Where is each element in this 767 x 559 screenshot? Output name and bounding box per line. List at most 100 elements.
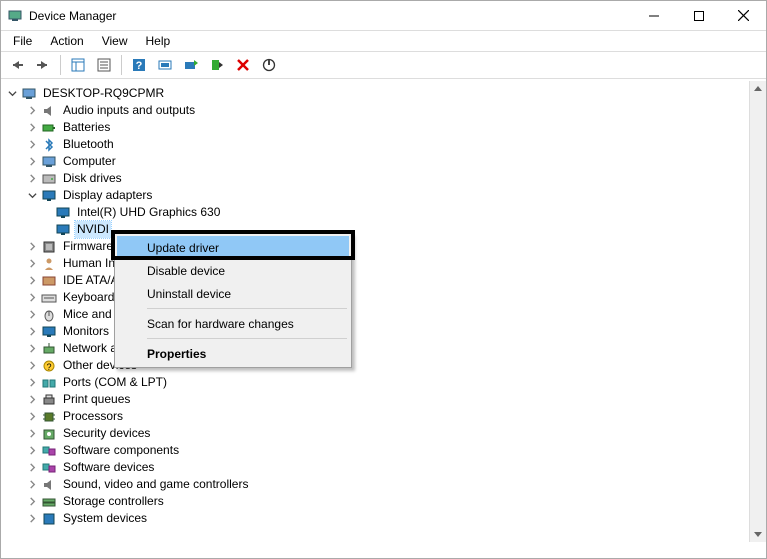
help-button[interactable]: ? <box>127 53 151 77</box>
category-icon <box>41 273 57 289</box>
menu-action[interactable]: Action <box>42 32 91 50</box>
category-label: Software components <box>61 442 181 459</box>
chevron-right-icon[interactable] <box>25 410 39 424</box>
chevron-right-icon[interactable] <box>25 274 39 288</box>
uninstall-device-button[interactable] <box>231 53 255 77</box>
chevron-down-icon[interactable] <box>5 87 19 101</box>
enable-device-button[interactable] <box>205 53 229 77</box>
back-button[interactable] <box>5 53 29 77</box>
toolbar: ? <box>1 51 766 79</box>
toolbar-separator <box>121 55 122 75</box>
chevron-right-icon[interactable] <box>25 172 39 186</box>
chevron-right-icon[interactable] <box>25 444 39 458</box>
tree-category[interactable]: Sound, video and game controllers <box>1 476 766 493</box>
chevron-right-icon[interactable] <box>25 376 39 390</box>
chevron-right-icon[interactable] <box>25 240 39 254</box>
tree-category[interactable]: Storage controllers <box>1 493 766 510</box>
svg-text:?: ? <box>136 60 143 72</box>
ctx-disable-device-label: Disable device <box>147 264 225 278</box>
tree-category[interactable]: Disk drives <box>1 170 766 187</box>
disable-device-button[interactable] <box>257 53 281 77</box>
chevron-right-icon[interactable] <box>25 325 39 339</box>
tree-category[interactable]: Print queues <box>1 391 766 408</box>
category-label: Security devices <box>61 425 152 442</box>
menu-view[interactable]: View <box>94 32 136 50</box>
category-icon <box>41 120 57 136</box>
tree-category[interactable]: Bluetooth <box>1 136 766 153</box>
forward-button[interactable] <box>31 53 55 77</box>
tree-category[interactable]: Security devices <box>1 425 766 442</box>
category-label: Display adapters <box>61 187 154 204</box>
computer-icon <box>21 86 37 102</box>
tree-category[interactable]: Display adapters <box>1 187 766 204</box>
category-label: Computer <box>61 153 118 170</box>
category-icon <box>41 324 57 340</box>
update-driver-button[interactable] <box>179 53 203 77</box>
properties-button[interactable] <box>92 53 116 77</box>
chevron-right-icon[interactable] <box>25 359 39 373</box>
category-icon <box>41 103 57 119</box>
category-label: Mice and <box>61 306 114 323</box>
chevron-right-icon[interactable] <box>25 393 39 407</box>
chevron-right-icon[interactable] <box>25 512 39 526</box>
chevron-right-icon[interactable] <box>25 257 39 271</box>
tree-category[interactable]: System devices <box>1 510 766 527</box>
tree-category[interactable]: Processors <box>1 408 766 425</box>
category-label: System devices <box>61 510 149 527</box>
chevron-right-icon[interactable] <box>25 121 39 135</box>
ctx-properties[interactable]: Properties <box>117 342 349 365</box>
chevron-right-icon[interactable] <box>25 104 39 118</box>
menu-help[interactable]: Help <box>138 32 179 50</box>
tree-category[interactable]: Ports (COM & LPT) <box>1 374 766 391</box>
category-icon <box>41 511 57 527</box>
chevron-right-icon[interactable] <box>25 291 39 305</box>
category-label: Human In <box>61 255 117 272</box>
tree-category[interactable]: Computer <box>1 153 766 170</box>
tree-category[interactable]: Software components <box>1 442 766 459</box>
chevron-right-icon[interactable] <box>25 138 39 152</box>
tree-category[interactable]: Software devices <box>1 459 766 476</box>
tree-device[interactable]: Intel(R) UHD Graphics 630 <box>1 204 766 221</box>
category-icon <box>41 477 57 493</box>
tree-root[interactable]: DESKTOP-RQ9CPMR <box>1 85 766 102</box>
chevron-right-icon[interactable] <box>25 342 39 356</box>
tree-category[interactable]: Batteries <box>1 119 766 136</box>
close-button[interactable] <box>721 1 766 30</box>
chevron-right-icon[interactable] <box>25 461 39 475</box>
maximize-button[interactable] <box>676 1 721 30</box>
category-label: IDE ATA/A <box>61 272 121 289</box>
minimize-button[interactable] <box>631 1 676 30</box>
ctx-scan-hardware[interactable]: Scan for hardware changes <box>117 312 349 335</box>
category-label: Batteries <box>61 119 112 136</box>
ctx-uninstall-device-label: Uninstall device <box>147 287 231 301</box>
chevron-right-icon[interactable] <box>25 155 39 169</box>
menu-file[interactable]: File <box>5 32 40 50</box>
ctx-uninstall-device[interactable]: Uninstall device <box>117 282 349 305</box>
show-hide-tree-button[interactable] <box>66 53 90 77</box>
chevron-right-icon[interactable] <box>25 495 39 509</box>
ctx-update-driver[interactable]: Update driver <box>117 236 349 259</box>
app-icon <box>7 8 23 24</box>
chevron-right-icon[interactable] <box>25 427 39 441</box>
category-label: Disk drives <box>61 170 124 187</box>
chevron-right-icon[interactable] <box>25 478 39 492</box>
vertical-scrollbar[interactable] <box>749 81 766 542</box>
category-label: Bluetooth <box>61 136 116 153</box>
category-icon <box>41 443 57 459</box>
category-label: Ports (COM & LPT) <box>61 374 169 391</box>
category-label: Firmware <box>61 238 115 255</box>
tree-root-label: DESKTOP-RQ9CPMR <box>41 85 166 102</box>
category-icon <box>41 290 57 306</box>
tree-category[interactable]: Audio inputs and outputs <box>1 102 766 119</box>
chevron-right-icon[interactable] <box>25 308 39 322</box>
category-icon <box>41 239 57 255</box>
device-icon <box>55 222 71 238</box>
chevron-down-icon[interactable] <box>25 189 39 203</box>
ctx-disable-device[interactable]: Disable device <box>117 259 349 282</box>
titlebar: Device Manager <box>1 1 766 31</box>
ctx-update-driver-label: Update driver <box>147 241 219 255</box>
category-icon <box>41 137 57 153</box>
scan-hardware-button[interactable] <box>153 53 177 77</box>
category-icon <box>41 307 57 323</box>
category-label: Software devices <box>61 459 156 476</box>
